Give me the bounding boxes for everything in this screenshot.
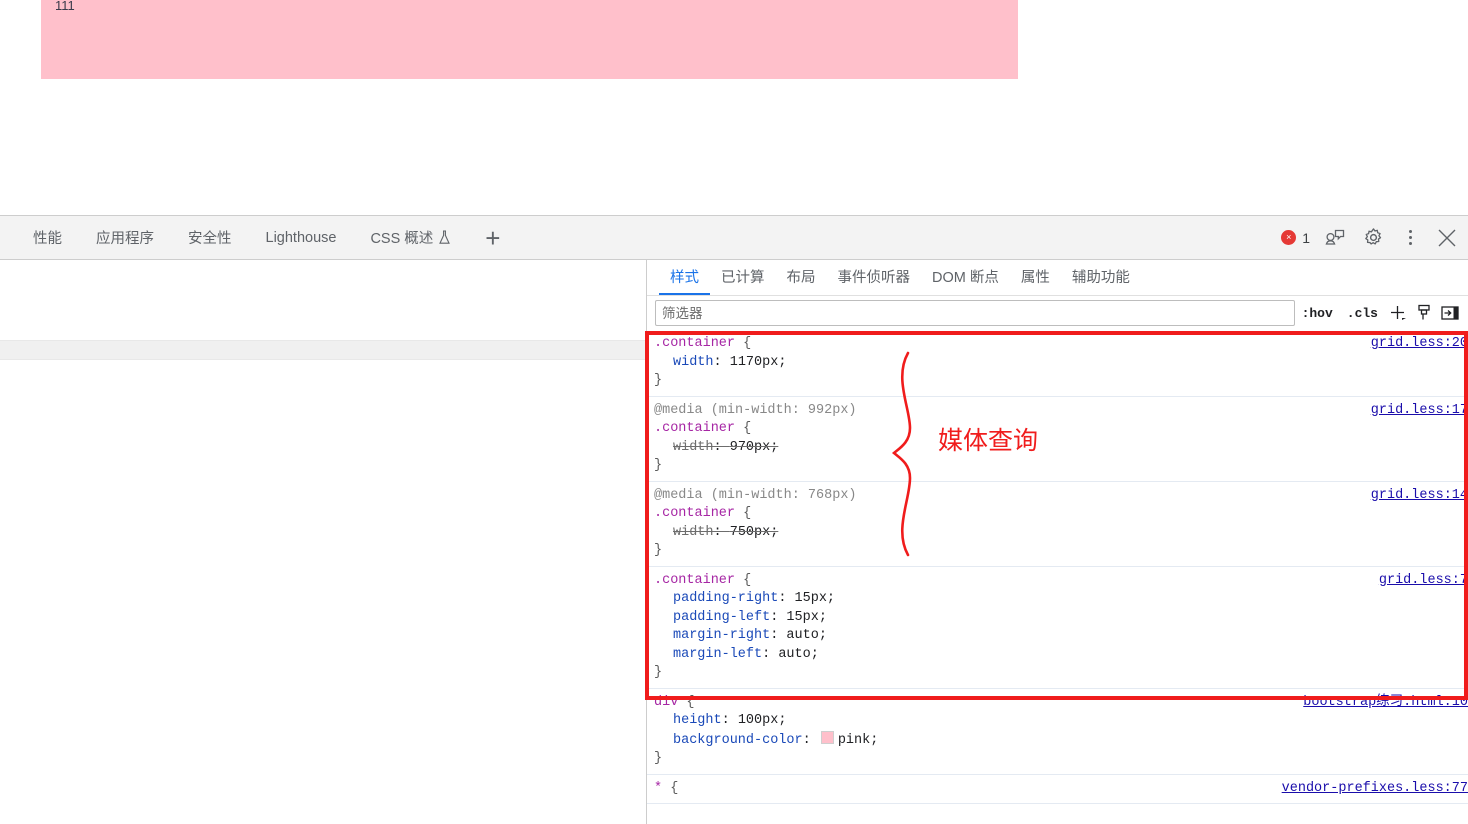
devtools-panel-toolbar: 性能 应用程序 安全性 Lighthouse CSS 概述 + × 1	[0, 215, 1468, 260]
css-rule[interactable]: grid.less:20 .container {width: 1170px;}	[647, 330, 1468, 397]
tab-styles[interactable]: 样式	[659, 260, 710, 295]
styles-sidebar-pane: 样式 已计算 布局 事件侦听器 DOM 断点 属性 辅助功能 :hov .cls	[646, 260, 1468, 824]
rule-at-media: @media (min-width: 768px)	[654, 487, 857, 503]
close-icon[interactable]	[1434, 225, 1460, 251]
tab-css-overview-label: CSS 概述	[370, 230, 434, 247]
rule-selector[interactable]: .container {	[647, 420, 1468, 439]
css-declaration[interactable]: padding-left: 15px;	[647, 609, 1468, 628]
more-options-kebab-icon[interactable]	[1398, 226, 1422, 250]
tab-layout[interactable]: 布局	[776, 260, 827, 295]
new-style-rule-plus-icon[interactable]	[1385, 300, 1411, 326]
css-rule[interactable]: grid.less:17 @media (min-width: 992px) .co…	[647, 397, 1468, 482]
add-panel-button[interactable]: +	[468, 225, 517, 251]
element-classes-button[interactable]: .cls	[1340, 306, 1385, 321]
styles-tab-list: 样式 已计算 布局 事件侦听器 DOM 断点 属性 辅助功能	[647, 260, 1468, 296]
devtools-screenshot: 111 性能 应用程序 安全性 Lighthouse CSS 概述 + × 1	[0, 0, 1468, 824]
css-rule[interactable]: bootstrap练习.html:10 div {height: 100px; ba…	[647, 689, 1468, 775]
rule-at-media: @media (min-width: 992px)	[654, 402, 857, 418]
css-declaration[interactable]: padding-right: 15px;	[647, 590, 1468, 609]
css-declaration[interactable]: margin-left: auto;	[647, 646, 1468, 665]
tab-security[interactable]: 安全性	[171, 227, 249, 248]
rule-selector[interactable]: .container {	[647, 572, 1468, 591]
tab-application[interactable]: 应用程序	[79, 227, 171, 248]
rule-close-brace: }	[654, 751, 663, 766]
filter-input[interactable]	[655, 300, 1295, 326]
page-preview-area: 111	[0, 0, 1468, 215]
css-declaration[interactable]: width: 1170px;	[647, 354, 1468, 373]
devices-icon[interactable]	[1322, 225, 1348, 251]
css-declaration[interactable]: width: 750px;	[647, 524, 1468, 543]
rule-source-link[interactable]: grid.less:17	[1371, 402, 1468, 421]
color-swatch-icon[interactable]	[820, 730, 834, 744]
elements-dom-tree-pane[interactable]: 框架中已经写好的css：	[0, 260, 645, 824]
hover-state-button[interactable]: :hov	[1295, 306, 1340, 321]
pink-div-element: 111	[41, 0, 1018, 79]
rule-source-link[interactable]: grid.less:20	[1371, 335, 1468, 354]
rule-selector[interactable]: .container {	[647, 505, 1468, 524]
rule-source-link[interactable]: grid.less:7	[1379, 572, 1468, 591]
dom-selected-row[interactable]	[0, 340, 645, 360]
css-declaration[interactable]: background-color: pink;	[647, 730, 1468, 751]
styles-filter-row: :hov .cls	[647, 296, 1468, 330]
error-circle-icon: ×	[1281, 230, 1297, 245]
css-declaration[interactable]: margin-right: auto;	[647, 627, 1468, 646]
rule-source-link[interactable]: bootstrap练习.html:10	[1303, 694, 1468, 713]
tab-event-listeners[interactable]: 事件侦听器	[827, 260, 922, 295]
tab-properties[interactable]: 属性	[1010, 260, 1061, 295]
css-rules-list[interactable]: grid.less:20 .container {width: 1170px;} g…	[647, 330, 1468, 824]
css-declaration[interactable]: width: 970px;	[647, 439, 1468, 458]
flask-experiment-icon	[438, 229, 451, 249]
tab-css-overview[interactable]: CSS 概述	[353, 227, 468, 249]
tab-lighthouse[interactable]: Lighthouse	[249, 230, 354, 246]
tab-accessibility[interactable]: 辅助功能	[1061, 260, 1141, 295]
tab-dom-breakpoints[interactable]: DOM 断点	[921, 260, 1010, 295]
toggle-sidebar-icon[interactable]	[1437, 300, 1463, 326]
error-count-value: 1	[1302, 229, 1310, 246]
rule-close-brace: }	[654, 458, 663, 473]
pink-div-label: 111	[55, 0, 75, 13]
tab-performance[interactable]: 性能	[16, 227, 79, 248]
rule-close-brace: }	[654, 373, 663, 388]
rule-source-link[interactable]: grid.less:14	[1371, 487, 1468, 506]
css-rule[interactable]: grid.less:14 @media (min-width: 768px) .co…	[647, 482, 1468, 567]
tab-computed[interactable]: 已计算	[710, 260, 776, 295]
rule-close-brace: }	[654, 665, 663, 680]
rule-selector[interactable]: .container {	[647, 335, 1468, 354]
settings-gear-icon[interactable]	[1360, 225, 1386, 251]
css-declaration[interactable]: height: 100px;	[647, 712, 1468, 731]
error-count-badge[interactable]: × 1	[1281, 230, 1310, 246]
panel-tab-list: 性能 应用程序 安全性 Lighthouse CSS 概述 +	[0, 225, 517, 251]
rule-source-link[interactable]: vendor-prefixes.less:77	[1282, 780, 1468, 799]
rule-close-brace: }	[654, 543, 663, 558]
toolbar-right-controls: × 1	[1281, 225, 1468, 251]
element-classes-brush-icon[interactable]	[1411, 300, 1437, 326]
css-rule[interactable]: grid.less:7 .container {padding-right: 15…	[647, 567, 1468, 689]
css-rule[interactable]: vendor-prefixes.less:77 * {	[647, 775, 1468, 804]
